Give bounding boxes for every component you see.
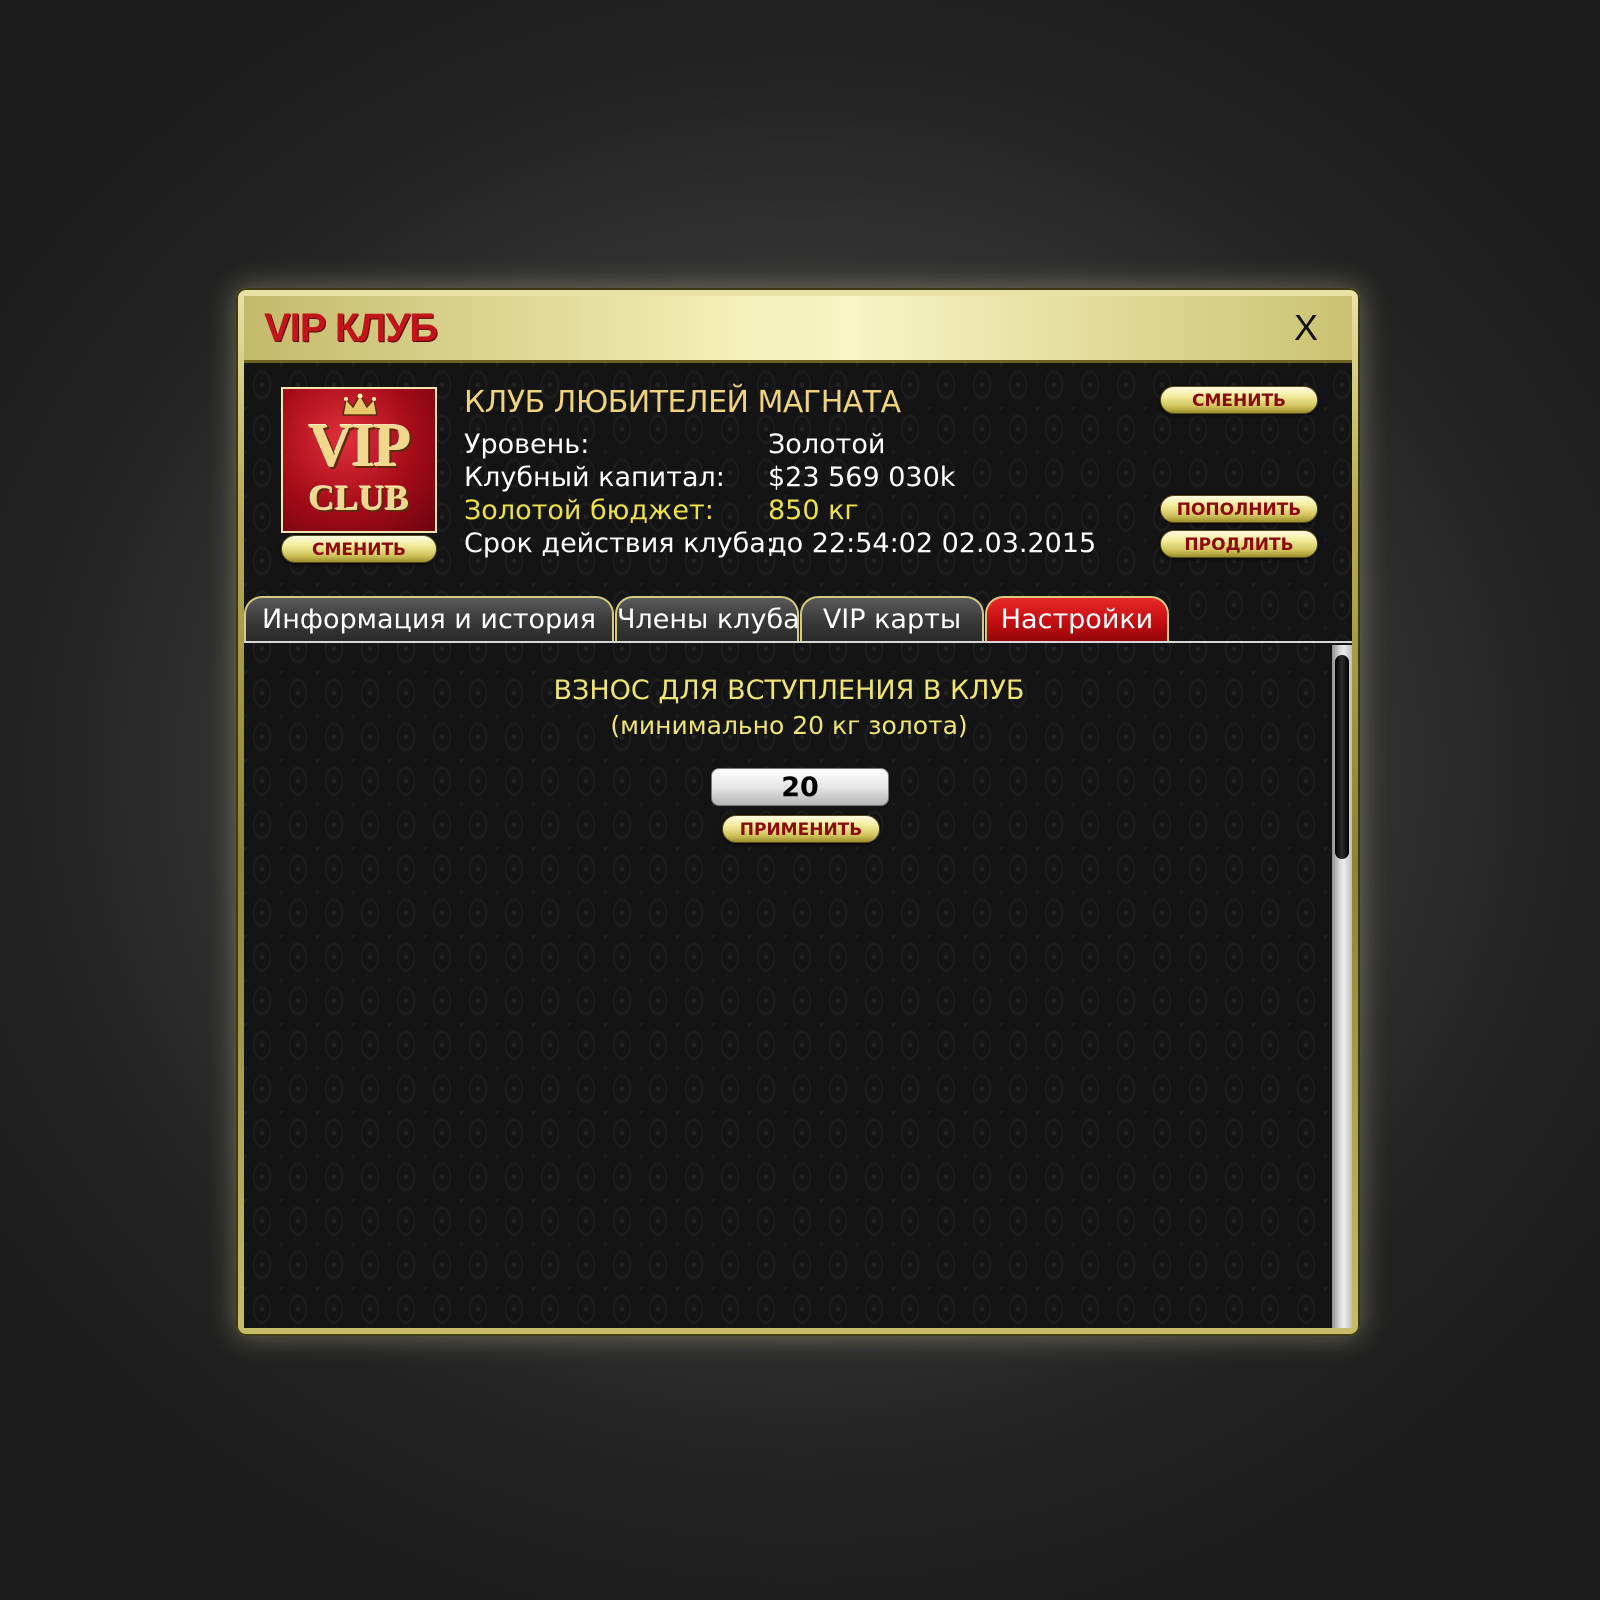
extend-button[interactable]: ПРОДЛИТЬ: [1160, 530, 1318, 558]
fee-input[interactable]: 20: [711, 768, 889, 806]
tab-divider: [244, 641, 1352, 643]
apply-button[interactable]: ПРИМЕНИТЬ: [722, 815, 880, 843]
capital-value: $23 569 030k: [768, 462, 956, 493]
level-value: Золотой: [768, 429, 886, 460]
change-logo-button[interactable]: СМЕНИТЬ: [281, 535, 437, 563]
logo-club-text: CLUB: [308, 478, 410, 518]
fee-subtitle: (минимально 20 кг золота): [610, 711, 968, 740]
gold-budget-value: 850 кг: [768, 495, 859, 526]
gold-budget-label: Золотой бюджет:: [464, 495, 714, 526]
window-title: VIP КЛУБ: [264, 306, 438, 350]
vip-club-window: VIP КЛУБ X VIP CLUB СМЕНИТЬ КЛУБ ЛЮБИТЕЛ…: [236, 288, 1360, 1336]
info-row-capital: Клубный капитал: $23 569 030k: [464, 462, 955, 493]
close-button[interactable]: X: [1284, 306, 1328, 350]
scrollbar-track[interactable]: [1332, 645, 1352, 1328]
change-name-button[interactable]: СМЕНИТЬ: [1160, 386, 1318, 414]
title-bar: VIP КЛУБ X: [244, 296, 1352, 363]
expiry-value: до 22:54:02 02.03.2015: [768, 528, 1097, 559]
capital-label: Клубный капитал:: [464, 462, 725, 493]
window-body: VIP CLUB СМЕНИТЬ КЛУБ ЛЮБИТЕЛЕЙ МАГНАТА …: [244, 363, 1352, 1328]
top-up-button[interactable]: ПОПОЛНИТЬ: [1160, 495, 1318, 523]
club-logo: VIP CLUB: [281, 387, 437, 533]
tab-info-history[interactable]: Информация и история: [244, 596, 614, 642]
info-row-gold-budget: Золотой бюджет: 850 кг: [464, 495, 859, 526]
tab-vip-cards[interactable]: VIP карты: [800, 596, 984, 642]
expiry-label: Срок действия клуба:: [464, 528, 775, 559]
tab-settings[interactable]: Настройки: [985, 596, 1169, 642]
info-row-expiry: Срок действия клуба: до 22:54:02 02.03.2…: [464, 528, 1096, 559]
club-name: КЛУБ ЛЮБИТЕЛЕЙ МАГНАТА: [464, 385, 901, 420]
tab-bar: Информация и история Члены клуба VIP кар…: [244, 596, 1352, 642]
tab-members[interactable]: Члены клуба: [615, 596, 800, 642]
fee-title: ВЗНОС ДЛЯ ВСТУПЛЕНИЯ В КЛУБ: [553, 675, 1025, 706]
info-row-level: Уровень: Золотой: [464, 429, 885, 460]
level-label: Уровень:: [464, 429, 590, 460]
logo-vip-text: VIP: [308, 412, 412, 480]
scrollbar-thumb[interactable]: [1335, 655, 1349, 859]
